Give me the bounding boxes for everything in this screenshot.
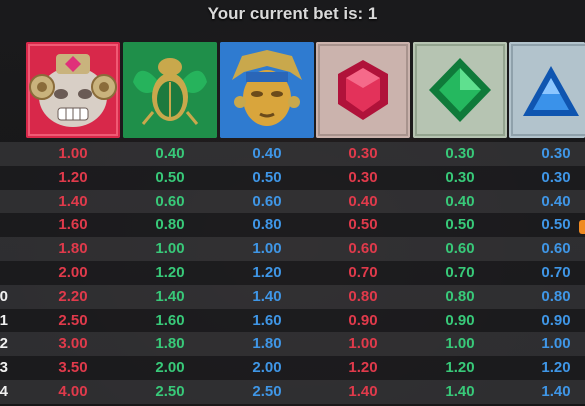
payout-cell: 1.00: [348, 335, 378, 353]
table-row: 0 2.20 1.40 1.40 0.80 0.80 0.80: [0, 284, 585, 309]
payout-cell: 0.80: [348, 287, 378, 305]
payout-cell: 1.20: [348, 359, 378, 377]
payout-cell: 1.20: [155, 263, 185, 281]
payout-cell: 1.60: [58, 216, 88, 234]
payout-cell: 0.80: [155, 216, 185, 234]
payout-cell: 0.60: [348, 240, 378, 258]
payout-cell: 0.90: [445, 311, 475, 329]
bet-title: Your current bet is: 1: [207, 4, 378, 23]
payout-cell: 0.70: [541, 263, 571, 281]
payout-cell: 0.40: [348, 192, 378, 210]
payout-cell: 0.30: [348, 145, 378, 162]
payout-cell: 2.00: [58, 263, 88, 281]
symbol-header: [0, 42, 585, 138]
payout-cell: 1.40: [445, 382, 475, 400]
payout-cell: 0.90: [541, 311, 571, 329]
payout-cell: 0.30: [445, 145, 475, 162]
payout-cell: 0.50: [541, 216, 571, 234]
payout-cell: 0.60: [155, 192, 185, 210]
payout-cell: 0.30: [348, 168, 378, 186]
payout-cell: 0.70: [445, 263, 475, 281]
green-gem-icon: [413, 42, 507, 138]
payout-cell: 1.20: [58, 168, 88, 186]
table-row: 1.60 0.80 0.80 0.50 0.50 0.50: [0, 213, 585, 238]
payout-cell: 1.80: [58, 240, 88, 258]
red-gem-icon: [316, 42, 410, 138]
payout-cell: 0.40: [252, 145, 282, 162]
row-label: 1: [0, 311, 8, 329]
payout-cell: 1.80: [155, 335, 185, 353]
payout-cell: 1.00: [58, 145, 88, 162]
payout-cell: 3.00: [58, 335, 88, 353]
table-row: 2.00 1.20 1.20 0.70 0.70 0.70: [0, 260, 585, 285]
table-row: 1.80 1.00 1.00 0.60 0.60 0.60: [0, 237, 585, 261]
payout-cell: 1.60: [252, 311, 282, 329]
table-row: 1.40 0.60 0.60 0.40 0.40 0.40: [0, 189, 585, 214]
payout-cell: 2.20: [58, 287, 88, 305]
payout-cell: 1.20: [445, 359, 475, 377]
payout-cell: 1.20: [541, 359, 571, 377]
payout-cell: 1.60: [155, 311, 185, 329]
payout-cell: 3.50: [58, 359, 88, 377]
payout-cell: 0.70: [348, 263, 378, 281]
table-row: 3 3.50 2.00 2.00 1.20 1.20 1.20: [0, 356, 585, 380]
payout-cell: 0.50: [252, 168, 282, 186]
paytable: 1.00 0.40 0.40 0.30 0.30 0.30 1.20 0.50 0.50 0.30…: [0, 142, 585, 404]
payout-cell: 1.40: [58, 192, 88, 210]
payout-cell: 1.00: [155, 240, 185, 258]
payout-cell: 0.60: [541, 240, 571, 258]
payout-cell: 1.40: [252, 287, 282, 305]
payout-cell: 0.80: [252, 216, 282, 234]
guardian-mask-icon: [26, 42, 120, 138]
payout-cell: 2.00: [155, 359, 185, 377]
payout-cell: 2.50: [252, 382, 282, 400]
scrollbar-thumb[interactable]: [579, 220, 585, 234]
row-label: 2: [0, 335, 8, 353]
table-row: 1 2.50 1.60 1.60 0.90 0.90 0.90: [0, 308, 585, 333]
payout-cell: 2.00: [252, 359, 282, 377]
row-label: 4: [0, 382, 8, 400]
payout-cell: 1.00: [445, 335, 475, 353]
payout-cell: 1.40: [155, 287, 185, 305]
payout-cell: 0.80: [541, 287, 571, 305]
payout-cell: 0.40: [445, 192, 475, 210]
payout-cell: 0.40: [155, 145, 185, 162]
table-row: 1.20 0.50 0.50 0.30 0.30 0.30: [0, 165, 585, 190]
table-row: 1.00 0.40 0.40 0.30 0.30 0.30: [0, 142, 585, 166]
payout-cell: 1.40: [348, 382, 378, 400]
payout-cell: 0.30: [541, 168, 571, 186]
payout-cell: 0.60: [252, 192, 282, 210]
table-row: 4 4.00 2.50 2.50 1.40 1.40 1.40: [0, 379, 585, 404]
payout-cell: 2.50: [58, 311, 88, 329]
payout-cell: 1.40: [541, 382, 571, 400]
row-label: 0: [0, 287, 8, 305]
payout-cell: 1.00: [252, 240, 282, 258]
payout-cell: 0.60: [445, 240, 475, 258]
payout-cell: 0.50: [445, 216, 475, 234]
blue-gem-icon: [509, 42, 585, 138]
payout-cell: 0.80: [445, 287, 475, 305]
table-row: 2 3.00 1.80 1.80 1.00 1.00 1.00: [0, 332, 585, 357]
payout-cell: 0.30: [541, 145, 571, 162]
payout-cell: 1.80: [252, 335, 282, 353]
payout-cell: 1.00: [541, 335, 571, 353]
row-label: 3: [0, 359, 8, 377]
payout-cell: 0.50: [155, 168, 185, 186]
golden-mask-icon: [220, 42, 314, 138]
payout-cell: 0.30: [445, 168, 475, 186]
scarab-icon: [123, 42, 217, 138]
payout-cell: 1.20: [252, 263, 282, 281]
payout-cell: 0.40: [541, 192, 571, 210]
payout-cell: 0.90: [348, 311, 378, 329]
payout-cell: 0.50: [348, 216, 378, 234]
payout-cell: 4.00: [58, 382, 88, 400]
payout-cell: 2.50: [155, 382, 185, 400]
